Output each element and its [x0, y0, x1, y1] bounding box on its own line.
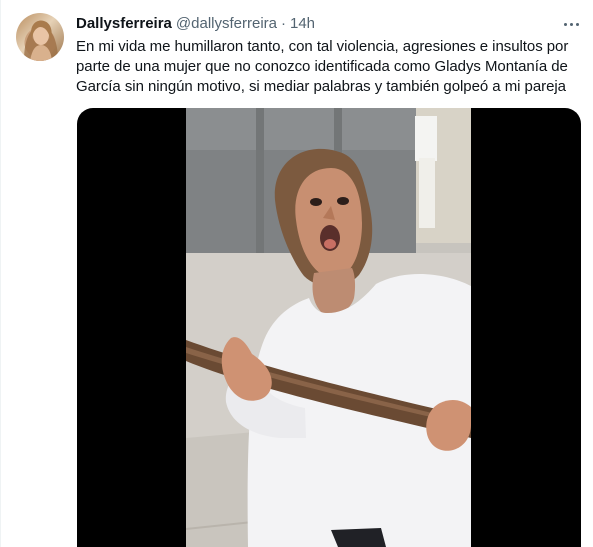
tweet-header: Dallysferreira @dallysferreira · 14h [76, 14, 315, 34]
display-name[interactable]: Dallysferreira [76, 14, 172, 34]
video-thumbnail [186, 108, 471, 547]
video-frame [186, 108, 471, 547]
tweet[interactable]: Dallysferreira @dallysferreira · 14h En … [0, 0, 593, 547]
timestamp[interactable]: 14h [290, 14, 315, 34]
avatar[interactable] [16, 13, 64, 61]
tweet-text: En mi vida me humillaron tanto, con tal … [76, 38, 569, 95]
video-player[interactable] [77, 108, 581, 547]
avatar-image [24, 20, 58, 61]
more-horizontal-icon [563, 22, 567, 26]
more-options-button[interactable] [557, 12, 585, 36]
user-handle[interactable]: @dallysferreira [176, 14, 277, 34]
separator-dot: · [281, 15, 286, 32]
